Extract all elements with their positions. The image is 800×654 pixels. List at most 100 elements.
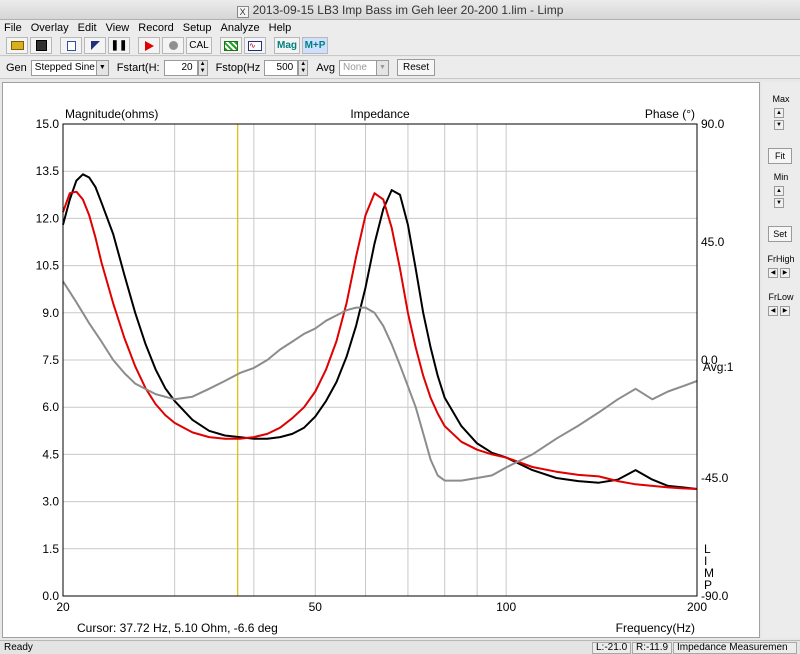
menu-help[interactable]: Help xyxy=(269,20,292,36)
avg-label: Avg xyxy=(316,61,335,74)
x-tick-label: 20 xyxy=(56,600,70,614)
generator-controls: Gen Stepped Sine ▼ Fstart(H: 20 ▲ ▼ Fstop… xyxy=(0,57,800,79)
menu-overlay[interactable]: Overlay xyxy=(31,20,69,36)
copy-button[interactable] xyxy=(60,37,82,54)
frhigh-label: FrHigh xyxy=(767,254,795,264)
max-down-button[interactable]: ▼ xyxy=(774,120,784,130)
limp-brand: LIMP xyxy=(704,542,714,592)
menu-view[interactable]: View xyxy=(106,20,130,36)
wave-button[interactable]: ∿ xyxy=(244,37,266,54)
pause-button[interactable]: ❚❚ xyxy=(108,37,130,54)
y-tick-label: 4.5 xyxy=(42,447,59,461)
status-mode: Impedance Measuremen xyxy=(673,642,797,654)
max-up-button[interactable]: ▲ xyxy=(774,108,784,118)
min-label: Min xyxy=(773,172,789,182)
plot-area[interactable]: 0.0 1.5 3.0 4.5 6.0 7.5 9.0 10.5 12.0 13.5 15.0 20 5… xyxy=(2,82,760,638)
record-icon xyxy=(168,41,178,50)
y-tick-label: 3.0 xyxy=(42,495,59,509)
pause-icon: ❚❚ xyxy=(110,40,128,51)
wave-icon: ∿ xyxy=(248,40,262,51)
gen-value: Stepped Sine xyxy=(34,62,95,73)
floppy-icon xyxy=(35,40,47,51)
title-bar: X 2013-09-15 LB3 Imp Bass im Geh leer 20-… xyxy=(0,0,800,20)
fstop-input[interactable]: 500 xyxy=(264,59,299,76)
y-tick-label: 7.5 xyxy=(42,353,59,367)
frhigh-left-button[interactable]: ◀ xyxy=(768,268,778,278)
x-tick-label: 100 xyxy=(496,600,516,614)
gen-label: Gen xyxy=(6,61,27,74)
mag-label: Mag xyxy=(277,40,297,51)
y-tick-label: 6.0 xyxy=(42,400,59,414)
y-tick-label: 10.5 xyxy=(36,259,60,273)
chevron-down-icon: ▼ xyxy=(375,60,388,75)
open-button[interactable] xyxy=(6,37,28,54)
fstart-spinner[interactable]: ▲ ▼ xyxy=(197,59,208,76)
status-bar: Ready L:-21.0 R:-11.9 Impedance Measurem… xyxy=(0,640,800,654)
menu-edit[interactable]: Edit xyxy=(78,20,97,36)
status-right-level: R:-11.9 xyxy=(632,642,673,654)
status-left-level: L:-21.0 xyxy=(592,642,632,654)
frlow-label: FrLow xyxy=(768,292,794,302)
menu-setup[interactable]: Setup xyxy=(183,20,212,36)
status-ready: Ready xyxy=(4,642,33,653)
avg-readout: Avg:1 xyxy=(703,360,734,374)
right-control-panel: Max ▲ ▼ Fit Min ▲ ▼ Set FrHigh ◀ ▶ FrLow… xyxy=(762,82,800,638)
reset-button[interactable]: Reset xyxy=(396,59,436,76)
play-icon xyxy=(144,40,154,51)
brand-letter: P xyxy=(704,578,712,592)
y-tick-label: 15.0 xyxy=(36,117,60,131)
save-button[interactable] xyxy=(30,37,52,54)
set-button[interactable]: Set xyxy=(768,226,792,242)
x-axis-label: Frequency(Hz) xyxy=(616,621,695,635)
magnitude-red-series xyxy=(62,190,698,490)
cursor-button[interactable] xyxy=(84,37,106,54)
open-folder-icon xyxy=(10,41,24,50)
menu-record[interactable]: Record xyxy=(138,20,173,36)
copy-icon xyxy=(66,40,76,51)
menu-analyze[interactable]: Analyze xyxy=(220,20,259,36)
max-label: Max xyxy=(772,94,790,104)
mp-label: M+P xyxy=(304,40,326,51)
min-up-button[interactable]: ▲ xyxy=(774,186,784,196)
fstart-input[interactable]: 20 xyxy=(163,59,198,76)
mag-button[interactable]: Mag xyxy=(274,37,300,54)
impedance-chart[interactable]: 0.01.53.04.56.07.59.010.512.013.515.020 5… xyxy=(3,83,759,637)
menu-file[interactable]: File xyxy=(4,20,22,36)
y-tick-label: 9.0 xyxy=(42,306,59,320)
y-tick-label: 12.0 xyxy=(36,211,60,225)
chart-title: Impedance xyxy=(350,107,410,121)
series-lines xyxy=(62,173,698,490)
y-tick-label: 1.5 xyxy=(42,542,59,556)
window-title: 2013-09-15 LB3 Imp Bass im Geh leer 20-2… xyxy=(252,3,564,17)
frlow-left-button[interactable]: ◀ xyxy=(768,306,778,316)
stop-button[interactable] xyxy=(162,37,184,54)
frlow-right-button[interactable]: ▶ xyxy=(780,306,790,316)
min-down-button[interactable]: ▼ xyxy=(774,198,784,208)
phase-tick-label: 90.0 xyxy=(701,117,725,131)
frhigh-right-button[interactable]: ▶ xyxy=(780,268,790,278)
play-button[interactable] xyxy=(138,37,160,54)
toolbar: ❚❚ CAL ∿ Mag M+P xyxy=(0,36,800,56)
cal-label: CAL xyxy=(189,40,209,51)
phase-gray-series xyxy=(62,280,698,482)
phase-tick-label: 45.0 xyxy=(701,235,725,249)
fit-button[interactable]: Fit xyxy=(768,148,792,164)
overlay-button[interactable] xyxy=(220,37,242,54)
cal-button[interactable]: CAL xyxy=(186,37,212,54)
left-axis-label: Magnitude(ohms) xyxy=(65,107,158,121)
gen-select[interactable]: Stepped Sine ▼ xyxy=(30,59,109,76)
menu-bar: File Overlay Edit View Record Setup Anal… xyxy=(0,20,800,36)
chevron-down-icon: ▼ xyxy=(95,60,108,75)
x-tick-label: 50 xyxy=(309,600,323,614)
mp-button[interactable]: M+P xyxy=(302,37,328,54)
magnitude-black-series xyxy=(62,173,698,490)
fstart-label: Fstart(H: xyxy=(116,61,160,74)
phase-tick-label: -45.0 xyxy=(701,471,729,485)
y-tick-label: 13.5 xyxy=(36,164,60,178)
cursor-readout: Cursor: 37.72 Hz, 5.10 Ohm, -6.6 deg xyxy=(77,621,278,635)
right-axis-label: Phase (°) xyxy=(645,107,695,121)
fstop-spinner[interactable]: ▲ ▼ xyxy=(298,59,309,76)
avg-value: None xyxy=(342,62,367,73)
avg-select[interactable]: None ▼ xyxy=(338,59,389,76)
tick-labels: 0.01.53.04.56.07.59.010.512.013.515.020 5… xyxy=(36,117,729,614)
